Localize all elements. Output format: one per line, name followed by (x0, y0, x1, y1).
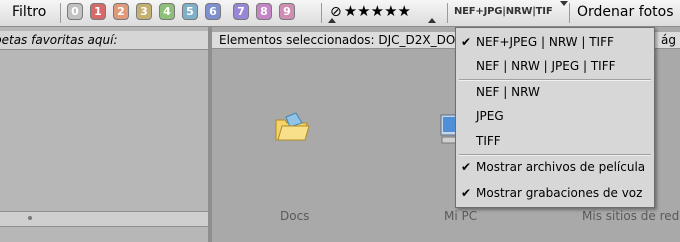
toolbar-divider (569, 3, 570, 23)
folder-icon (275, 112, 310, 141)
selected-items-text: Elementos seleccionados: DJC_D2X_DOR (219, 33, 464, 47)
rating-stars[interactable]: ★★★★★ (344, 2, 411, 20)
toolbar: Filtro 0 1 2 3 4 5 6 7 8 9 ⊘ ★★★★★ NEF+JP… (0, 0, 680, 27)
menu-item-label: Mostrar archivos de película (476, 160, 646, 174)
chevron-up-icon (428, 18, 436, 23)
format-filter-menu: ✔ NEF+JPEG | NRW | TIFF NEF | NRW | JPEG… (455, 27, 655, 208)
toolbar-divider (60, 3, 61, 23)
label-chip-8[interactable]: 8 (256, 3, 272, 20)
menu-item-nef-jpeg-nrw-tiff[interactable]: ✔ NEF+JPEG | NRW | TIFF (456, 31, 654, 53)
favorites-panel: petas favoritas aquí: (0, 27, 208, 242)
check-icon: ✔ (461, 160, 472, 174)
menu-item-label: JPEG (476, 109, 504, 123)
menu-item-tiff[interactable]: TIFF (456, 130, 654, 152)
menu-item-show-voice-memos[interactable]: ✔ Mostrar grabaciones de voz (456, 182, 654, 204)
chevron-up-icon (328, 18, 336, 23)
format-filter-button[interactable]: NEF+JPG|NRW|TIF (454, 6, 553, 17)
rating-filter[interactable]: ⊘ ★★★★★ (330, 1, 411, 21)
label-chip-1[interactable]: 1 (90, 3, 106, 20)
menu-item-label: TIFF (476, 134, 501, 148)
chevron-down-icon (560, 1, 568, 6)
menu-item-nef-nrw-jpeg-tiff[interactable]: NEF | NRW | JPEG | TIFF (456, 55, 654, 77)
item-label-my-pc: Mi PC (444, 209, 478, 223)
menu-item-show-movie-files[interactable]: ✔ Mostrar archivos de película (456, 156, 654, 178)
label-chip-0[interactable]: 0 (67, 3, 83, 20)
toolbar-divider (447, 3, 448, 23)
horizontal-scrollbar[interactable] (0, 211, 208, 227)
check-icon: ✔ (461, 186, 472, 200)
sort-photos-button[interactable]: Ordenar fotos (577, 4, 674, 20)
label-chip-3[interactable]: 3 (136, 3, 152, 20)
toolbar-divider (321, 3, 322, 23)
label-chip-9[interactable]: 9 (279, 3, 295, 20)
label-chip-6[interactable]: 6 (205, 3, 221, 20)
scrollbar-grip[interactable] (28, 216, 32, 220)
label-chip-5[interactable]: 5 (182, 3, 198, 20)
menu-item-label: NEF | NRW (476, 85, 540, 99)
favorites-header: petas favoritas aquí: (0, 31, 208, 50)
menu-item-nef-nrw[interactable]: NEF | NRW (456, 81, 654, 103)
menu-item-label: Mostrar grabaciones de voz (476, 186, 643, 200)
item-label-network-places: Mis sitios de red (582, 209, 680, 223)
filter-label: Filtro (12, 4, 47, 20)
label-chip-4[interactable]: 4 (159, 3, 175, 20)
check-icon: ✔ (461, 35, 472, 49)
label-chip-7[interactable]: 7 (233, 3, 249, 20)
item-label-docs: Docs (280, 209, 310, 223)
menu-item-label: NEF | NRW | JPEG | TIFF (476, 59, 616, 73)
label-chip-2[interactable]: 2 (113, 3, 129, 20)
menu-item-jpeg[interactable]: JPEG (456, 105, 654, 127)
menu-item-label: NEF+JPEG | NRW | TIFF (476, 35, 614, 49)
favorites-hint: petas favoritas aquí: (0, 33, 118, 47)
header-right-fragment: ág (661, 33, 676, 47)
